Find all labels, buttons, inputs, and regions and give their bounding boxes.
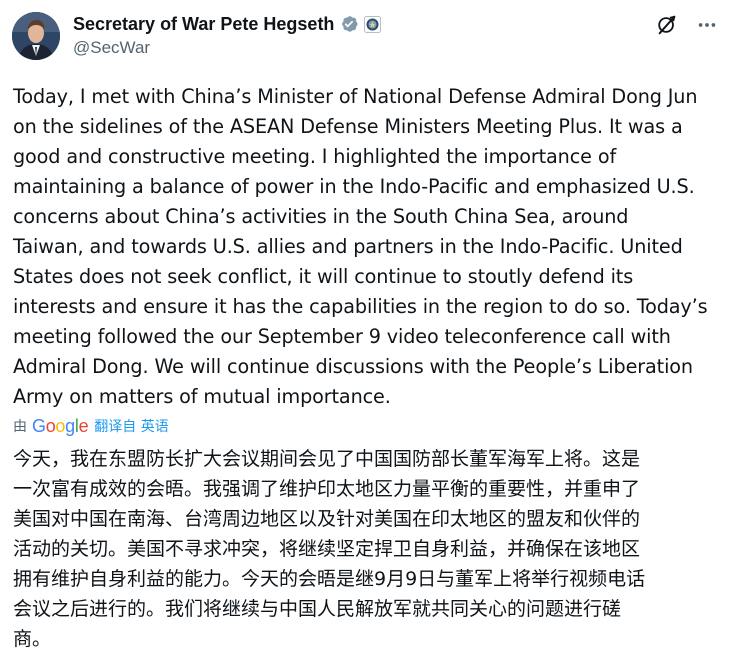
google-logo: Google <box>32 415 89 436</box>
author-handle[interactable]: @SecWar <box>73 38 150 58</box>
grok-icon[interactable] <box>654 12 680 38</box>
department-seal-icon[interactable] <box>364 15 382 33</box>
translated-by-label: 由 <box>13 419 27 435</box>
avatar-photo <box>12 12 60 60</box>
tweet-header: Secretary of War Pete Hegseth @SecWar <box>12 10 724 64</box>
author-display-name[interactable]: Secretary of War Pete Hegseth <box>73 14 334 35</box>
translated-text: 今天，我在东盟防长扩大会议期间会见了中国国防部长董军海军上将。这是 一次富有成效… <box>13 448 646 650</box>
more-options-icon[interactable] <box>694 12 720 38</box>
translated-from-link[interactable]: 翻译自 英语 <box>94 416 168 436</box>
tweet-text: Today, I met with China’s Minister of Na… <box>13 85 708 408</box>
header-actions <box>640 12 720 38</box>
avatar[interactable] <box>12 12 60 60</box>
author-name-row: Secretary of War Pete Hegseth <box>73 12 382 36</box>
verified-badge-icon[interactable] <box>339 14 359 34</box>
translation-attribution: 由 Google 翻译自 英语 <box>13 415 169 437</box>
